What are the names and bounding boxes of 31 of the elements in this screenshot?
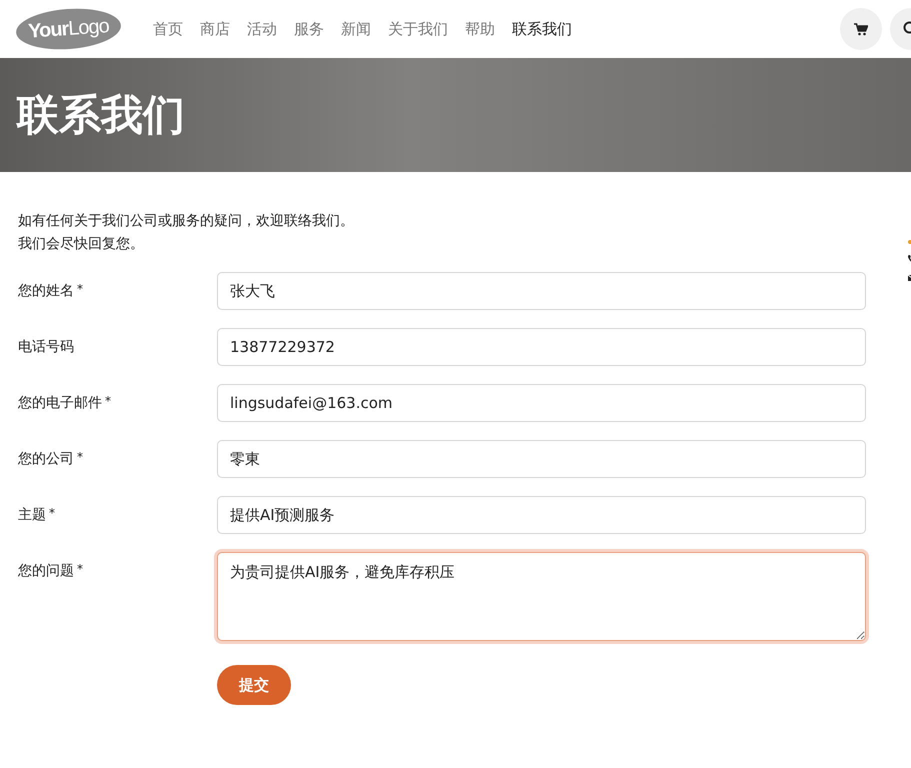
- page-title: 联系我们: [17, 89, 185, 141]
- input-field[interactable]: lingsudafei@163.com: [217, 384, 866, 422]
- nav-link[interactable]: 服务: [294, 20, 324, 38]
- field-label: 您的姓名: [18, 282, 74, 300]
- required-mark: *: [77, 282, 83, 298]
- field-label: 您的公司: [18, 450, 74, 468]
- input-field[interactable]: 提供AI预测服务: [217, 496, 866, 534]
- field-label: 电话号码: [18, 338, 74, 356]
- cart-icon: [854, 22, 868, 36]
- cart-button[interactable]: [840, 8, 882, 50]
- field-label: 主题: [18, 506, 46, 524]
- nav-link[interactable]: 商店: [200, 20, 230, 38]
- field-label: 您的问题: [18, 562, 74, 580]
- input-field[interactable]: 张大飞: [217, 272, 866, 310]
- submit-button[interactable]: 提交: [217, 665, 291, 705]
- nav-link[interactable]: 新闻: [341, 20, 371, 38]
- input-field[interactable]: 零東: [217, 440, 866, 478]
- required-mark: *: [49, 506, 55, 522]
- intro-text: 我们会尽快回复您。: [18, 235, 145, 254]
- nav-link[interactable]: 关于我们: [388, 20, 448, 38]
- nav-link[interactable]: 首页: [153, 20, 183, 38]
- required-mark: *: [105, 394, 111, 410]
- required-mark: *: [77, 562, 83, 578]
- intro-text: 如有任何关于我们公司或服务的疑问，欢迎联络我们。: [18, 212, 355, 231]
- field-label: 您的电子邮件: [18, 394, 102, 412]
- nav-link[interactable]: 帮助: [465, 20, 495, 38]
- nav-link[interactable]: 联系我们: [512, 20, 572, 38]
- nav-link[interactable]: 活动: [247, 20, 277, 38]
- required-mark: *: [77, 450, 83, 466]
- input-field[interactable]: 13877229372: [217, 328, 866, 366]
- question-textarea[interactable]: 为贵司提供AI服务，避免库存积压: [217, 552, 866, 641]
